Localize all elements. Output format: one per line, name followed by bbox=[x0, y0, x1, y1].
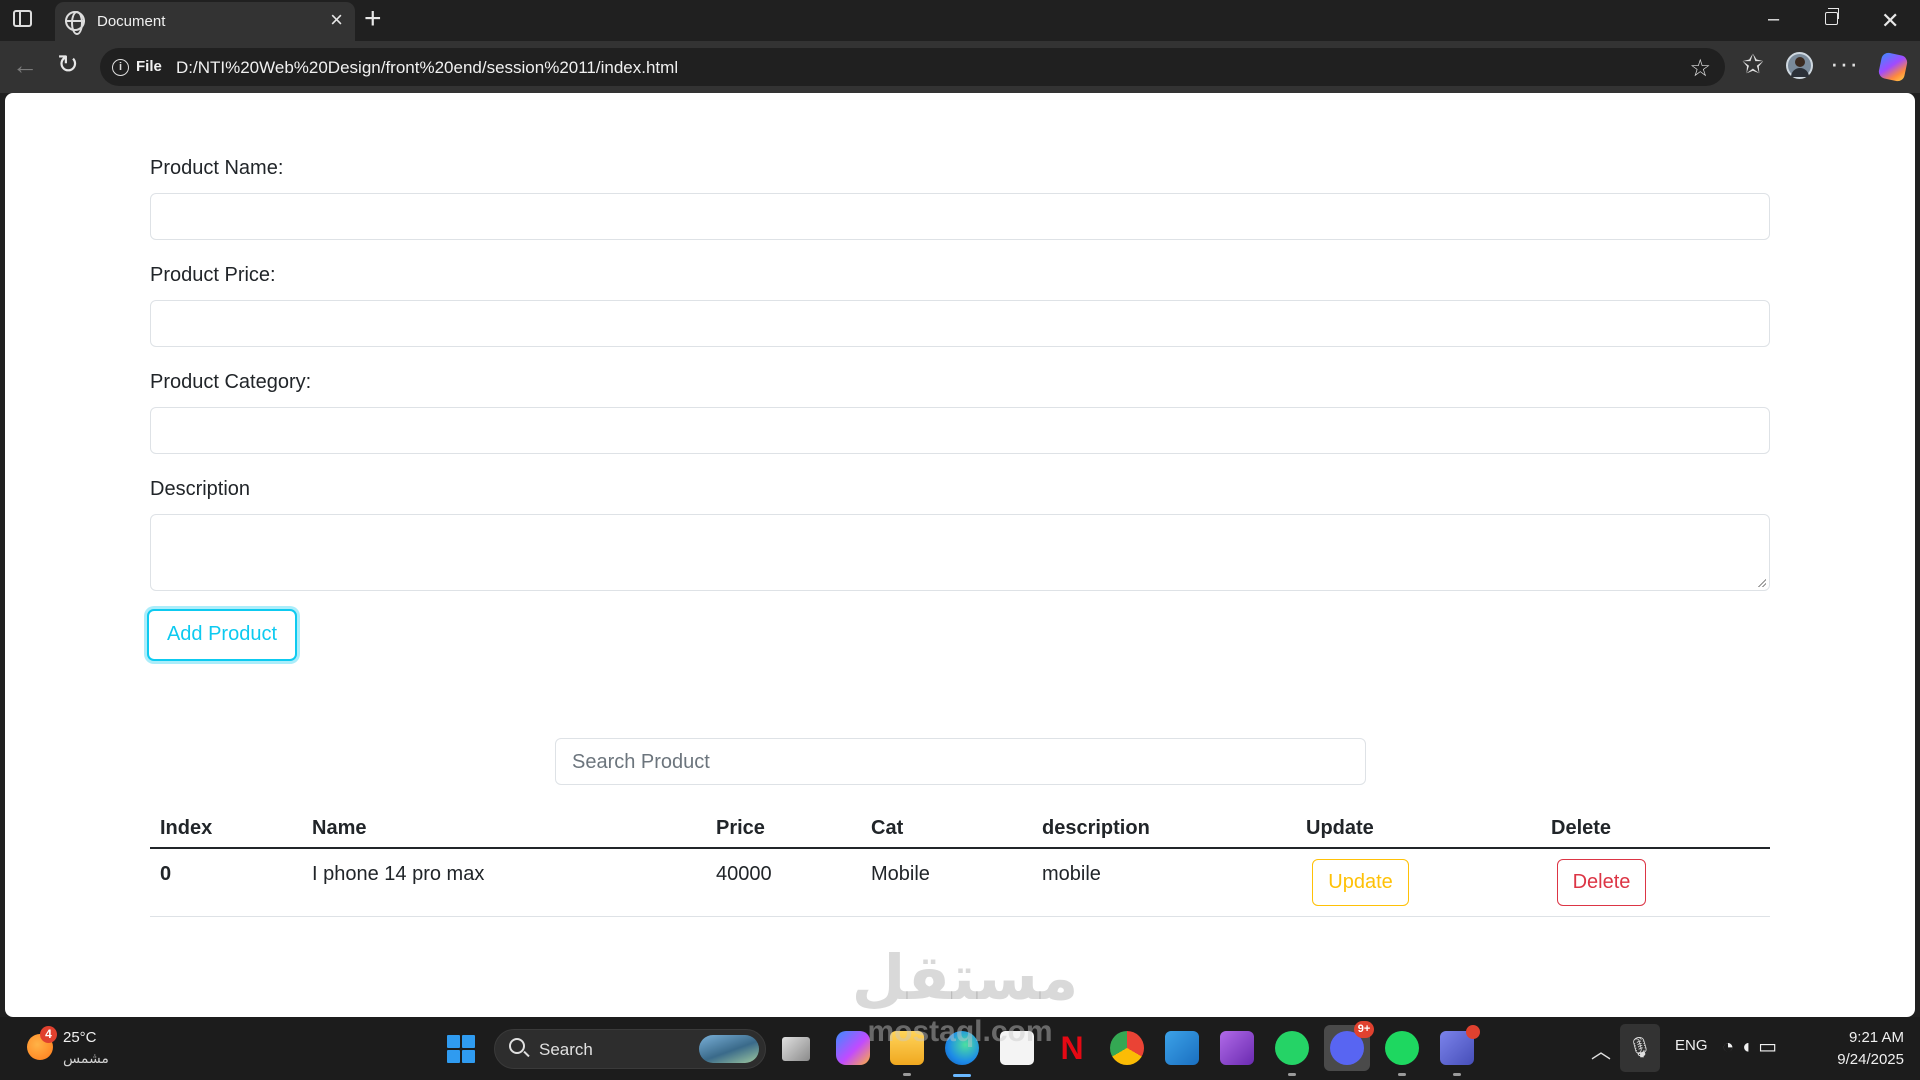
weather-condition: مشمس bbox=[63, 1050, 109, 1066]
header-index: Index bbox=[160, 817, 213, 839]
header-cat: Cat bbox=[871, 817, 904, 839]
update-button[interactable]: Update bbox=[1312, 859, 1409, 906]
table-header-row: Index Name Price Cat description Update … bbox=[150, 811, 1770, 849]
resize-handle-icon[interactable] bbox=[1757, 578, 1766, 587]
product-price-label: Product Price: bbox=[150, 264, 276, 286]
browser-tab[interactable]: Document × bbox=[55, 2, 355, 41]
browser-tab-bar: Document × + – ✕ bbox=[0, 0, 1920, 41]
tab-close-icon[interactable]: × bbox=[330, 9, 343, 31]
reload-icon[interactable]: ↻ bbox=[57, 49, 79, 80]
cell-description: mobile bbox=[1042, 863, 1101, 885]
header-name: Name bbox=[312, 817, 367, 839]
products-table: Index Name Price Cat description Update … bbox=[150, 811, 1770, 917]
globe-icon bbox=[65, 11, 85, 35]
add-product-button[interactable]: Add Product bbox=[147, 609, 297, 661]
new-tab-button[interactable]: + bbox=[364, 3, 382, 35]
header-delete: Delete bbox=[1551, 817, 1612, 839]
delete-button[interactable]: Delete bbox=[1557, 859, 1646, 906]
profile-avatar[interactable] bbox=[1786, 52, 1813, 79]
spotify-icon[interactable] bbox=[1385, 1031, 1419, 1065]
product-name-input[interactable] bbox=[150, 193, 1770, 240]
vscode-icon[interactable] bbox=[1165, 1031, 1199, 1065]
task-view-icon[interactable] bbox=[782, 1037, 810, 1061]
teams-notification-dot bbox=[1466, 1025, 1480, 1039]
browser-toolbar: ← ↻ i File D:/NTI%20Web%20Design/front%2… bbox=[0, 41, 1920, 93]
restore-button[interactable] bbox=[1825, 8, 1839, 25]
more-menu-icon[interactable]: ··· bbox=[1830, 48, 1859, 79]
favorites-icon[interactable]: ✩ bbox=[1742, 49, 1764, 80]
weather-badge: 4 bbox=[40, 1026, 57, 1043]
address-scheme-label: File bbox=[136, 58, 162, 75]
clock-time[interactable]: 9:21 AM bbox=[1824, 1029, 1904, 1046]
chevron-up-icon[interactable]: ︿ bbox=[1591, 1035, 1611, 1064]
star-icon[interactable]: ☆ bbox=[1689, 54, 1711, 83]
language-indicator[interactable]: ENG bbox=[1675, 1037, 1708, 1054]
clock-date[interactable]: 9/24/2025 bbox=[1814, 1051, 1904, 1068]
discord-badge: 9+ bbox=[1354, 1021, 1374, 1038]
watermark-logo: مستقل bbox=[851, 941, 1079, 1014]
product-category-input[interactable] bbox=[150, 407, 1770, 454]
discord-tile[interactable]: 9+ bbox=[1324, 1021, 1374, 1071]
search-highlight-image bbox=[699, 1035, 759, 1063]
sidebar-toggle-icon[interactable] bbox=[13, 10, 32, 27]
visual-studio-icon[interactable] bbox=[1220, 1031, 1254, 1065]
close-window-button[interactable]: ✕ bbox=[1881, 8, 1899, 34]
search-icon bbox=[509, 1038, 525, 1054]
description-label: Description bbox=[150, 478, 251, 500]
whatsapp-icon[interactable] bbox=[1275, 1031, 1309, 1065]
cell-cat: Mobile bbox=[871, 863, 930, 885]
chrome-icon[interactable] bbox=[1110, 1031, 1144, 1065]
search-product-input[interactable]: Search Product bbox=[555, 738, 1366, 785]
product-category-label: Product Category: bbox=[150, 371, 312, 393]
header-update: Update bbox=[1306, 817, 1374, 839]
cell-price: 40000 bbox=[716, 863, 772, 885]
watermark-url: mostaql.com bbox=[867, 1015, 1053, 1048]
tab-title: Document bbox=[97, 13, 166, 30]
minimize-button[interactable]: – bbox=[1768, 8, 1779, 31]
taskbar-search[interactable]: Search bbox=[494, 1029, 766, 1069]
address-bar[interactable]: i File D:/NTI%20Web%20Design/front%20end… bbox=[100, 48, 1725, 86]
windows-start-icon[interactable] bbox=[447, 1035, 475, 1063]
product-price-input[interactable] bbox=[150, 300, 1770, 347]
back-icon[interactable]: ← bbox=[12, 50, 38, 81]
cell-name: I phone 14 pro max bbox=[312, 863, 485, 885]
product-name-label: Product Name: bbox=[150, 157, 284, 179]
search-placeholder: Search Product bbox=[572, 751, 710, 773]
info-icon[interactable]: i bbox=[112, 59, 129, 76]
address-url[interactable]: D:/NTI%20Web%20Design/front%20end/sessio… bbox=[176, 58, 678, 78]
weather-temperature[interactable]: 25°C bbox=[63, 1029, 97, 1046]
copilot-icon[interactable] bbox=[1877, 51, 1909, 83]
header-price: Price bbox=[716, 817, 765, 839]
cell-index: 0 bbox=[160, 863, 172, 885]
system-tray-icons[interactable]: ◔◖▭ bbox=[1722, 1034, 1783, 1059]
header-description: description bbox=[1042, 817, 1150, 839]
mic-muted-icon[interactable]: 🎙 bbox=[1620, 1024, 1660, 1072]
description-textarea[interactable] bbox=[150, 514, 1770, 591]
taskbar-search-label: Search bbox=[539, 1040, 593, 1059]
table-row: 0 I phone 14 pro max 40000 Mobile mobile… bbox=[150, 849, 1770, 917]
page-viewport: Product Name: Product Price: Product Cat… bbox=[5, 93, 1915, 1017]
teams-icon[interactable] bbox=[1440, 1025, 1480, 1065]
